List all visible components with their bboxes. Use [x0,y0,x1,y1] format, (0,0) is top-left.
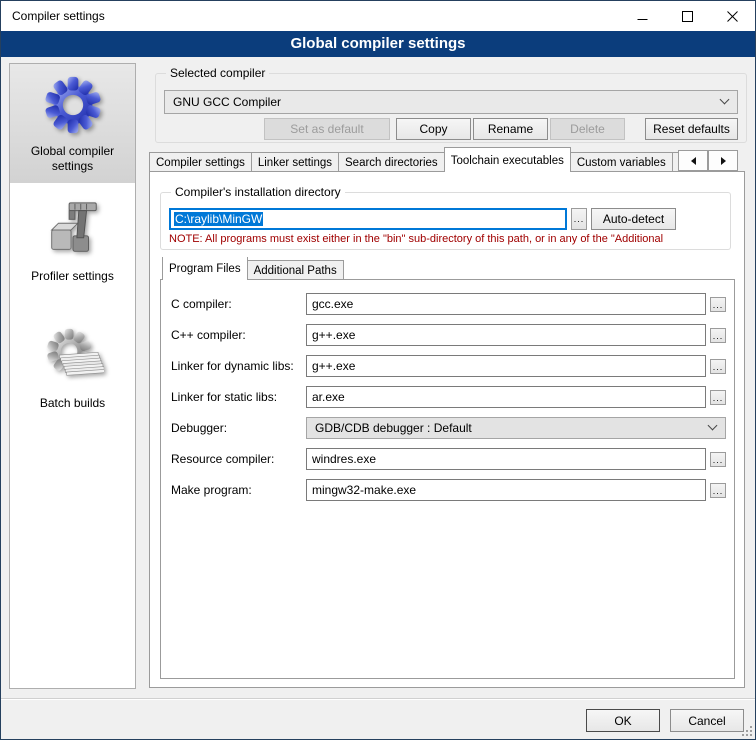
linker-static-input[interactable] [306,386,706,408]
browse-make-program-button[interactable]: ... [710,483,726,498]
titlebar[interactable]: Compiler settings [1,1,755,31]
browse-cpp-compiler-button[interactable]: ... [710,328,726,343]
selected-compiler-group: Selected compiler GNU GCC Compiler Set a… [155,73,747,143]
compiler-settings-dialog: Compiler settings Global compiler settin… [0,0,756,740]
tab-toolchain-executables[interactable]: Toolchain executables [444,147,571,172]
compiler-select-value: GNU GCC Compiler [173,95,281,109]
browse-linker-dynamic-button[interactable]: ... [710,359,726,374]
close-icon [727,11,738,22]
field-row: Resource compiler: ... [161,448,734,470]
maximize-icon [682,11,693,22]
field-label: Linker for dynamic libs: [171,355,294,377]
program-files-panel: C compiler: ... C++ compiler: ... Linker… [160,279,735,679]
field-label: Resource compiler: [171,448,274,470]
cpp-compiler-input[interactable] [306,324,706,346]
field-label: C++ compiler: [171,324,246,346]
window-title: Compiler settings [1,9,105,23]
resource-compiler-input[interactable] [306,448,706,470]
field-row: Linker for static libs: ... [161,386,734,408]
field-label: C compiler: [171,293,232,315]
caption-buttons [620,1,755,31]
set-as-default-button[interactable]: Set as default [264,118,390,140]
chevron-down-icon [720,95,730,105]
settings-sidebar: Global compiler settings Profiler settin… [9,63,136,689]
ok-button[interactable]: OK [586,709,660,732]
resize-grip[interactable] [742,726,752,736]
tab-scroll-right-button[interactable] [708,150,738,171]
tab-compiler-settings[interactable]: Compiler settings [149,152,252,172]
field-row: Debugger: GDB/CDB debugger : Default [161,417,734,439]
note-text: NOTE: All programs must exist either in … [169,233,725,245]
sidebar-item-label: Profiler settings [31,269,114,284]
field-label: Linker for static libs: [171,386,277,408]
sidebar-item-label: Global compiler settings [14,144,131,174]
tab-search-directories[interactable]: Search directories [338,152,445,172]
browse-resource-compiler-button[interactable]: ... [710,452,726,467]
tab-scroll-left-button[interactable] [678,150,708,171]
minimize-button[interactable] [620,1,665,31]
close-button[interactable] [710,1,755,31]
arrow-right-icon [721,157,726,165]
gear-stack-icon [42,326,104,392]
sidebar-item-profiler-settings[interactable]: Profiler settings [10,189,135,290]
install-dir-input[interactable]: C:\raylib\MinGW [169,208,567,230]
gear-blue-icon [42,74,104,140]
browse-linker-static-button[interactable]: ... [710,390,726,405]
reset-defaults-button[interactable]: Reset defaults [645,118,738,140]
group-legend: Compiler's installation directory [171,185,345,199]
copy-button[interactable]: Copy [396,118,471,140]
minimize-icon [637,11,648,22]
field-label: Make program: [171,479,252,501]
group-legend: Selected compiler [166,66,269,80]
field-row: Linker for dynamic libs: ... [161,355,734,377]
compiler-select[interactable]: GNU GCC Compiler [164,90,738,114]
tab-program-files[interactable]: Program Files [162,257,248,280]
browse-directory-button[interactable]: ... [571,208,587,230]
tab-additional-paths[interactable]: Additional Paths [247,260,344,280]
sidebar-item-global-compiler-settings[interactable]: Global compiler settings [10,64,135,183]
maximize-button[interactable] [665,1,710,31]
debugger-select-value: GDB/CDB debugger : Default [315,421,472,435]
installation-directory-group: Compiler's installation directory C:\ray… [160,192,731,250]
cancel-button[interactable]: Cancel [670,709,744,732]
footer-separator [1,698,755,700]
field-label: Debugger: [171,417,227,439]
field-row: C++ compiler: ... [161,324,734,346]
install-dir-selected-text: C:\raylib\MinGW [174,212,263,226]
c-compiler-input[interactable] [306,293,706,315]
toolchain-executables-page: Compiler's installation directory C:\ray… [149,171,745,688]
profiler-caliper-icon [42,199,104,265]
tab-linker-settings[interactable]: Linker settings [251,152,339,172]
rename-button[interactable]: Rename [473,118,548,140]
main-tabstrip: Compiler settings Linker settings Search… [149,147,678,172]
make-program-input[interactable] [306,479,706,501]
debugger-select[interactable]: GDB/CDB debugger : Default [306,417,726,439]
auto-detect-button[interactable]: Auto-detect [591,208,676,230]
field-row: Make program: ... [161,479,734,501]
page-title: Global compiler settings [1,31,755,57]
delete-button[interactable]: Delete [550,118,625,140]
arrow-left-icon [691,157,696,165]
sidebar-item-label: Batch builds [40,396,105,411]
sub-tabstrip: Program Files Additional Paths [162,257,562,280]
sidebar-item-batch-builds[interactable]: Batch builds [10,316,135,417]
tab-custom-variables[interactable]: Custom variables [570,152,673,172]
linker-dynamic-input[interactable] [306,355,706,377]
chevron-down-icon [708,421,718,431]
browse-c-compiler-button[interactable]: ... [710,297,726,312]
field-row: C compiler: ... [161,293,734,315]
